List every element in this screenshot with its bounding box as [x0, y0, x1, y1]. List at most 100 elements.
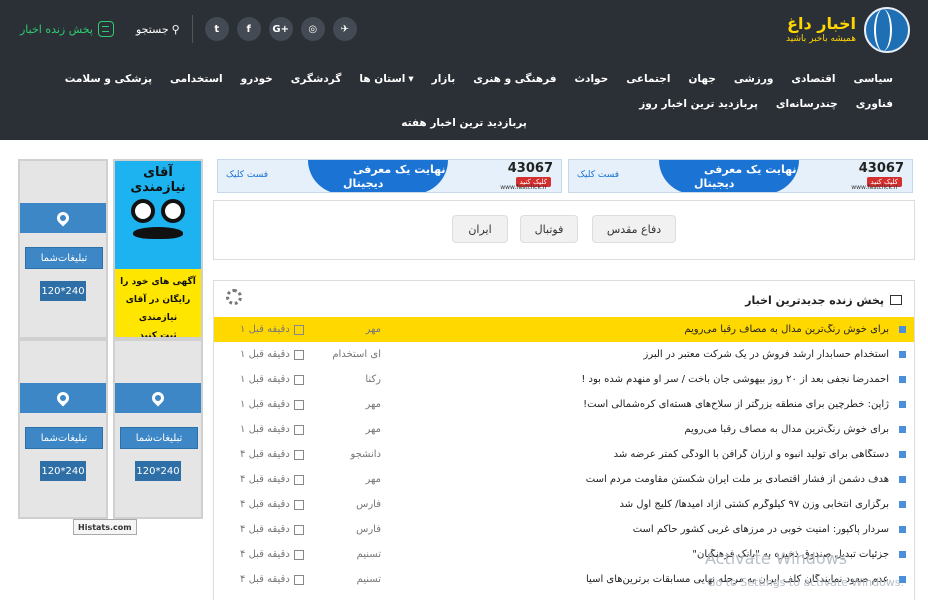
panel-title: پخش زنده جدیدترین اخبار [735, 289, 904, 319]
news-source: تسنیم [356, 549, 381, 560]
bullet-icon [899, 351, 906, 358]
bullet-icon [899, 326, 906, 333]
nav-item[interactable]: اجتماعی [617, 66, 679, 91]
news-source: فارس [356, 524, 381, 535]
tag-button[interactable]: ایران [452, 215, 508, 243]
search-label: جستجو [135, 22, 169, 36]
ad-size-label: 120*240 [40, 281, 86, 301]
news-row[interactable]: هدف دشمن از فشار اقتصادی بر ملت ایران شک… [214, 467, 914, 492]
news-title[interactable]: هدف دشمن از فشار اقتصادی بر ملت ایران شک… [381, 474, 889, 485]
news-row[interactable]: سردار پاکپور: امنیت خوبی در مرزهای غربی … [214, 517, 914, 542]
search-button[interactable]: جستجو ⚲ [136, 23, 180, 36]
instagram-icon[interactable]: ◎ [300, 17, 325, 41]
bullet-icon [899, 526, 906, 533]
news-source: تسنیم [356, 574, 381, 585]
facebook-icon[interactable]: f [236, 17, 261, 41]
bullet-icon [899, 501, 906, 508]
nav-item[interactable]: گردشگری [282, 66, 351, 91]
ad-pin-box [115, 383, 201, 413]
nav-item-weekly[interactable]: پربازدید ترین اخبار هفته [392, 110, 536, 135]
news-time: ۴ دقیقه قبل [240, 524, 290, 535]
calendar-icon [293, 349, 304, 360]
mister-text-box: آگهی های خود را رایگان در آقای نیازمندی … [115, 269, 201, 337]
calendar-icon [293, 499, 304, 510]
site-header: اخبار داغ همیشه باخبر باشید پخش زنده اخب… [0, 0, 928, 140]
top-toolbar: پخش زنده اخبار جستجو ⚲ t f G+ ◎ ✈ [20, 14, 357, 44]
news-row[interactable]: ژاپن: خطرچین برای منطقه بزرگتر از سلاح‌ه… [214, 392, 914, 417]
ad-pin-box [20, 203, 106, 233]
news-time: ۱ دقیقه قبل [240, 374, 290, 385]
news-source: رکنا [365, 374, 381, 385]
mister-text: آگهی های خود را [120, 277, 196, 287]
twitter-icon[interactable]: t [204, 17, 229, 41]
mustache-glasses-icon [129, 199, 187, 239]
nav-item[interactable]: سیاسی [844, 66, 902, 91]
calendar-icon [293, 574, 304, 585]
ad-banner[interactable]: نهایت یک معرفی دیجیتال 43067 کلیک کنید ف… [568, 159, 913, 193]
news-title[interactable]: استخدام حسابدار ارشد فروش در یک شرکت معت… [381, 349, 889, 360]
bullet-icon [899, 426, 906, 433]
google-plus-icon[interactable]: G+ [268, 17, 293, 41]
ad-slot[interactable]: تبلیغات‌شما 120*240 [113, 339, 203, 519]
news-title[interactable]: برای خوش رنگ‌ترین مدال به مصاف رقبا می‌ر… [381, 324, 889, 335]
news-title[interactable]: برگزاری انتخابی وزن ۹۷ کیلوگرم کشتی آزاد… [381, 499, 890, 510]
nav-item[interactable]: اقتصادی [782, 66, 844, 91]
banner-number: 43067 [858, 161, 904, 176]
news-title[interactable]: احمدرضا نجفی بعد از ۲۰ روز بیهوشی جان با… [381, 374, 889, 385]
news-title[interactable]: دستگاهی برای تولید انبوه و ارزان گرافن ب… [381, 449, 889, 460]
nav-item-provinces[interactable]: استان ها ▾ [350, 66, 422, 91]
banner-line2: دیجیتال [694, 177, 735, 190]
chevron-down-icon: ▾ [408, 72, 414, 85]
ad-slot[interactable]: تبلیغات‌شما 120*240 [18, 159, 108, 339]
ad-label-button[interactable]: تبلیغات‌شما [25, 427, 103, 449]
news-time: ۴ دقیقه قبل [240, 574, 290, 585]
windows-watermark: Activate Windows [705, 549, 848, 568]
bullet-icon [899, 551, 906, 558]
news-row[interactable]: استخدام حسابدار ارشد فروش در یک شرکت معت… [214, 342, 914, 367]
telegram-icon[interactable]: ✈ [332, 17, 357, 41]
nav-item[interactable]: فرهنگی و هنری [464, 66, 565, 91]
nav-item[interactable]: ورزشی [725, 66, 783, 91]
ad-label-button[interactable]: تبلیغات‌شما [25, 247, 103, 269]
news-source: مهر [365, 474, 381, 485]
bullet-icon [899, 451, 906, 458]
ad-banner[interactable]: نهایت یک معرفی دیجیتال 43067 کلیک کنید ف… [217, 159, 562, 193]
calendar-icon [293, 549, 304, 560]
histats-counter[interactable]: Histats.com [73, 519, 137, 535]
news-title[interactable]: ژاپن: خطرچین برای منطقه بزرگتر از سلاح‌ه… [381, 399, 889, 410]
news-source: مهر [365, 399, 381, 410]
banner-brand: فست کلیک [577, 170, 620, 180]
banner-brand: فست کلیک [226, 170, 269, 180]
nav-item[interactable]: بازار [423, 66, 465, 91]
news-title[interactable]: برای خوش رنگ‌ترین مدال به مصاف رقبا می‌ر… [381, 424, 889, 435]
news-source: ای استخدام [332, 349, 381, 360]
bullet-icon [899, 401, 906, 408]
live-news-button[interactable]: پخش زنده اخبار [20, 21, 114, 37]
news-row[interactable]: احمدرضا نجفی بعد از ۲۰ روز بیهوشی جان با… [214, 367, 914, 392]
news-row[interactable]: برگزاری انتخابی وزن ۹۷ کیلوگرم کشتی آزاد… [214, 492, 914, 517]
news-row[interactable]: برای خوش رنگ‌ترین مدال به مصاف رقبا می‌ر… [214, 317, 914, 342]
main-nav: سیاسی اقتصادی ورزشی جهان اجتماعی حوادث ف… [22, 66, 902, 116]
logo-subtitle: همیشه باخبر باشید [786, 34, 856, 44]
nav-item[interactable]: خودرو [232, 66, 282, 91]
globe-icon [864, 7, 910, 53]
news-time: ۴ دقیقه قبل [240, 474, 290, 485]
banner-number: 43067 [507, 161, 553, 176]
news-title[interactable]: سردار پاکپور: امنیت خوبی در مرزهای غربی … [381, 524, 889, 535]
calendar-icon [293, 324, 304, 335]
ad-mister-niazmandi[interactable]: آقای نیازمندی آگهی های خود را رایگان در … [113, 159, 203, 339]
mister-text: رایگان در آقای نیازمندی [125, 295, 191, 323]
site-logo[interactable]: اخبار داغ همیشه باخبر باشید [770, 6, 910, 54]
nav-item[interactable]: حوادث [566, 66, 618, 91]
ad-label-button[interactable]: تبلیغات‌شما [120, 427, 198, 449]
bullet-icon [899, 376, 906, 383]
ad-slot[interactable]: تبلیغات‌شما 120*240 [18, 339, 108, 519]
nav-item[interactable]: استخدامی [161, 66, 232, 91]
news-row[interactable]: دستگاهی برای تولید انبوه و ارزان گرافن ب… [214, 442, 914, 467]
tag-button[interactable]: دفاع مقدس [592, 215, 676, 243]
tag-button[interactable]: فوتبال [520, 215, 578, 243]
nav-item[interactable]: پزشکی و سلامت [56, 66, 161, 91]
news-row[interactable]: برای خوش رنگ‌ترین مدال به مصاف رقبا می‌ر… [214, 417, 914, 442]
location-pin-icon [54, 209, 72, 227]
nav-item[interactable]: جهان [679, 66, 724, 91]
